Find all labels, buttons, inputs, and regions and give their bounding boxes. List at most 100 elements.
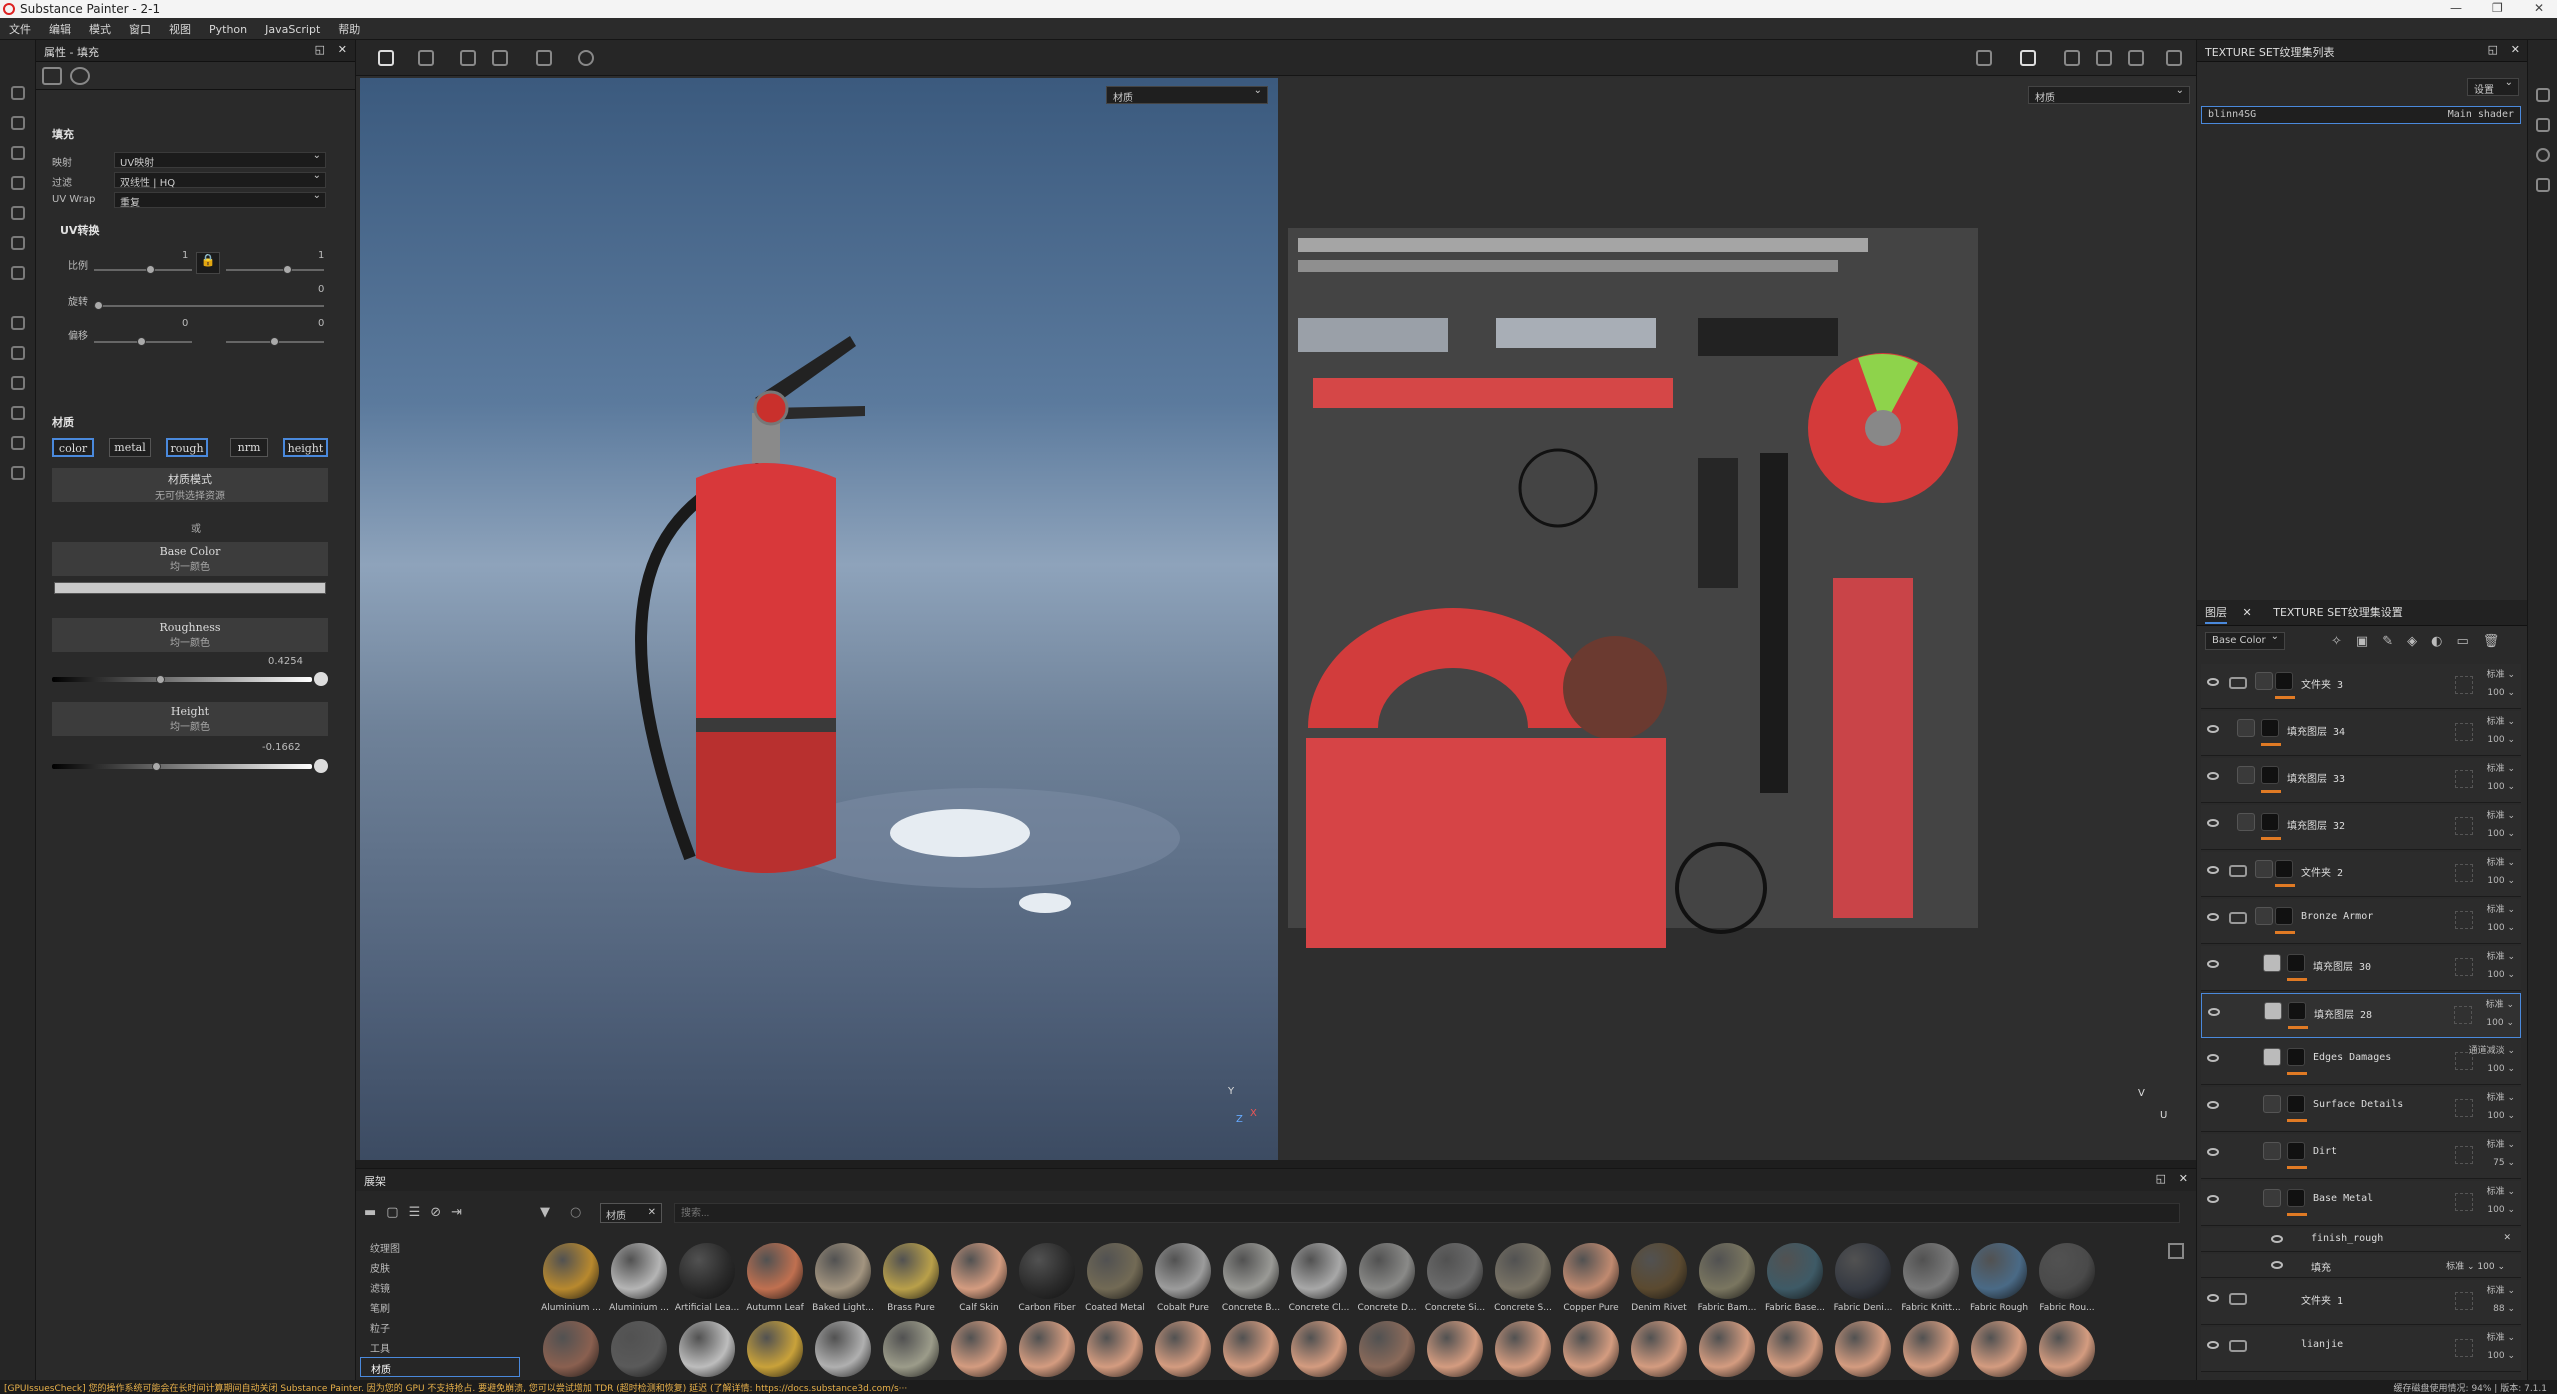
layer-link-icon[interactable] [2455,1339,2473,1357]
material-thumbnail[interactable]: Fabric Knitt... [1898,1243,1964,1313]
uv-transform-title[interactable]: UV转换 [60,222,99,238]
visibility-toggle-icon[interactable] [2205,66,2245,80]
eye-icon[interactable] [2208,1008,2220,1016]
layer-opacity[interactable]: 100 [2486,1018,2503,1028]
display-settings-icon[interactable] [2536,118,2550,132]
layer-link-icon[interactable] [2454,1006,2472,1024]
layer-link-icon[interactable] [2455,911,2473,929]
layer-blend[interactable]: 标准 ⌄ 100 ⌄ [2487,1089,2515,1125]
projection-icon[interactable] [11,146,25,160]
eye-icon[interactable] [2207,1341,2219,1349]
eye-icon[interactable] [2271,1235,2283,1243]
import-icon[interactable]: ⇥ [451,1205,472,1220]
layer-link-icon[interactable] [2455,1146,2473,1164]
material-thumbnail[interactable]: Carbon Fiber [1014,1243,1080,1313]
layer-opacity[interactable]: 100 [2487,923,2504,933]
material-thumbnail[interactable] [1354,1321,1420,1377]
eye-icon[interactable] [2207,1195,2219,1203]
material-thumbnail[interactable] [1082,1321,1148,1377]
scale-slider[interactable] [94,269,192,271]
filter-tag-close-icon[interactable]: ✕ [648,1207,656,1218]
material-thumbnail[interactable] [810,1321,876,1377]
material-thumbnail[interactable] [946,1321,1012,1377]
close-icon[interactable]: ✕ [2511,43,2520,56]
scale-slider-knob[interactable] [146,265,155,274]
base-color-block[interactable]: Base Color 均一颜色 [52,542,328,576]
filter-icon[interactable]: ▼ [540,1205,550,1220]
eye-icon[interactable] [2207,1054,2219,1062]
roughness-block[interactable]: Roughness 均一颜色 [52,618,328,652]
blend-mode[interactable]: 标准 [2487,952,2505,962]
close-window-icon[interactable]: ✕ [2534,1,2544,15]
add-mask-icon[interactable]: ▣ [2356,634,2382,649]
layer-link-icon[interactable] [2455,817,2473,835]
blend-mode[interactable]: 标准 [2487,1140,2505,1150]
frame-icon[interactable] [536,50,552,66]
material-thumbnail[interactable] [1966,1321,2032,1377]
menu-view[interactable]: 视图 [160,18,200,40]
height-slider-knob[interactable] [152,762,161,771]
screenshot-icon[interactable] [2166,50,2182,66]
new-folder-icon[interactable]: ▢ [386,1205,408,1220]
shelf-category[interactable]: 粒子 [360,1317,520,1337]
layer-link-icon[interactable] [2455,1099,2473,1117]
layer-blend[interactable]: 标准 ⌄ 75 ⌄ [2487,1136,2515,1172]
layer-link-icon[interactable] [2455,864,2473,882]
tab-fill-properties[interactable] [42,67,62,85]
layer-row[interactable]: 填充图层 30 标准 ⌄ 100 ⌄ [2201,946,2521,991]
menu-edit[interactable]: 编辑 [40,18,80,40]
effect-blend-mode[interactable]: 标准 [2446,1262,2464,1272]
blend-mode[interactable]: 标准 [2487,1093,2505,1103]
symmetry-icon[interactable] [460,50,476,66]
material-thumbnail[interactable] [1014,1321,1080,1377]
hide-icon[interactable] [1976,50,1992,66]
layer-row[interactable]: 填充图层 34 标准 ⌄ 100 ⌄ [2201,711,2521,756]
add-effect-icon[interactable]: ✧ [2331,634,2356,649]
material-thumbnail[interactable] [1830,1321,1896,1377]
add-folder-icon[interactable]: ▭ [2456,634,2482,649]
close-icon[interactable]: ✕ [2179,1172,2188,1185]
layer-blend[interactable]: 标准 ⌄ 100 ⌄ [2486,996,2514,1032]
channel-height-button[interactable]: height [283,438,328,457]
material-thumbnail[interactable]: Copper Pure [1558,1243,1624,1313]
blend-mode[interactable]: 标准 [2487,811,2505,821]
popout-icon[interactable]: ◱ [315,43,325,56]
settings-select[interactable]: 设置 [2467,77,2519,96]
channel-nrm-button[interactable]: nrm [230,438,268,457]
material-thumbnail[interactable]: Fabric Base... [1762,1243,1828,1313]
layer-blend[interactable]: 通道减淡 ⌄ 100 ⌄ [2469,1042,2515,1078]
layer-blend[interactable]: 标准 ⌄ 100 ⌄ [2487,807,2515,843]
mapping-select[interactable]: UV映射 [114,150,326,169]
layer-row[interactable]: Bronze Armor 标准 ⌄ 100 ⌄ [2201,899,2521,944]
layer-blend[interactable]: 标准 ⌄ 100 ⌄ [2487,666,2515,702]
layer-opacity[interactable]: 100 [2487,688,2504,698]
material-thumbnail[interactable]: Fabric Deni... [1830,1243,1896,1313]
folder-icon[interactable] [2229,912,2247,924]
menu-python[interactable]: Python [200,20,256,39]
layer-opacity[interactable]: 100 [2487,1205,2504,1215]
layers-small-icon[interactable] [11,376,25,390]
eye-icon[interactable] [2207,1101,2219,1109]
material-thumbnail[interactable] [1286,1321,1352,1377]
uv-grid-icon[interactable] [418,50,434,66]
add-color-icon[interactable]: ◐ [2431,634,2456,649]
roughness-slider[interactable] [52,677,312,682]
material-thumbnail[interactable]: Concrete B... [1218,1243,1284,1313]
eye-icon[interactable] [2207,1148,2219,1156]
material-thumbnail[interactable]: Cobalt Pure [1150,1243,1216,1313]
scale-slider-2-knob[interactable] [283,265,292,274]
blend-mode[interactable]: 通道减淡 [2469,1046,2505,1056]
material-thumbnail[interactable] [1218,1321,1284,1377]
lock-icon[interactable]: 🔒 [196,252,220,274]
filter-select[interactable]: 双线性 | HQ [114,170,326,189]
material-thumbnail[interactable] [1626,1321,1692,1377]
layer-blend[interactable]: 标准 ⌄ 100 ⌄ [2487,713,2515,749]
base-color-swatch[interactable] [54,582,326,594]
layer-link-icon[interactable] [2455,770,2473,788]
folder-icon[interactable] [2229,865,2247,877]
log-icon[interactable] [2536,178,2550,192]
layer-link-icon[interactable] [2455,1292,2473,1310]
popout-icon[interactable]: ◱ [2488,43,2498,56]
texture-set-panel-icon[interactable] [2536,88,2550,102]
maximize-icon[interactable]: ❐ [2492,1,2503,15]
